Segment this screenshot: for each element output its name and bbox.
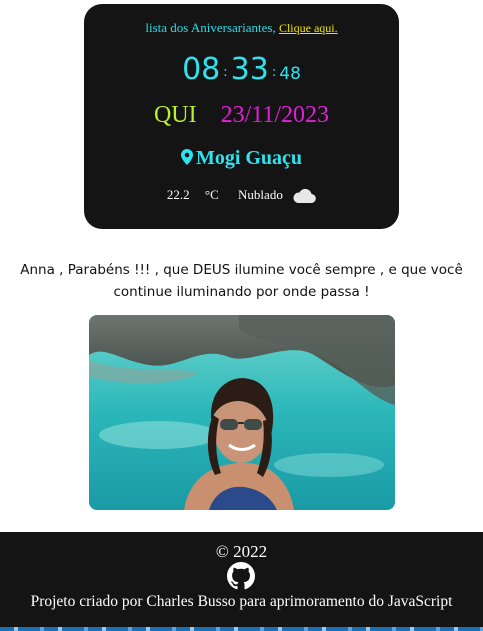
birthday-photo [89,315,395,510]
map-pin-icon [180,149,193,165]
birthday-list-link[interactable]: Clique aqui. [279,21,338,35]
weather-condition: Nublado [238,187,283,202]
birthday-message: Anna , Parabéns !!! , que DEUS ilumine v… [20,262,463,300]
footer: © 2022 Projeto criado por Charles Busso … [0,532,483,631]
project-credit: Projeto criado por Charles Busso para ap… [30,593,453,610]
temperature-unit: °C [204,187,219,202]
current-date: 23/11/2023 [220,102,330,128]
bottom-ticker-bar [0,627,483,631]
clock-separator: : [271,65,277,80]
weather-row: 22.2 °C Nublado [84,187,399,204]
clock-card: lista dos Aniversariantes, Clique aqui. … [84,4,399,229]
clock-hours: 08 [182,52,221,87]
digital-clock: 08:33:48 [84,52,399,87]
birthday-list-label: lista dos Aniversariantes, [145,20,276,35]
date-row: QUI 23/11/2023 [84,102,399,129]
cloud-icon [293,188,316,204]
github-icon [227,562,255,590]
clock-minutes: 33 [230,52,269,87]
temperature: 22.2 [166,187,190,202]
copyright: © 2022 [215,542,268,561]
weekday: QUI [153,102,197,128]
birthday-list-line: lista dos Aniversariantes, Clique aqui. [84,20,399,36]
city-name: Mogi Guaçu [195,147,303,169]
clock-seconds: 48 [279,64,301,84]
location: Mogi Guaçu [84,147,399,170]
clock-separator: : [223,65,228,80]
github-link[interactable] [227,562,255,595]
